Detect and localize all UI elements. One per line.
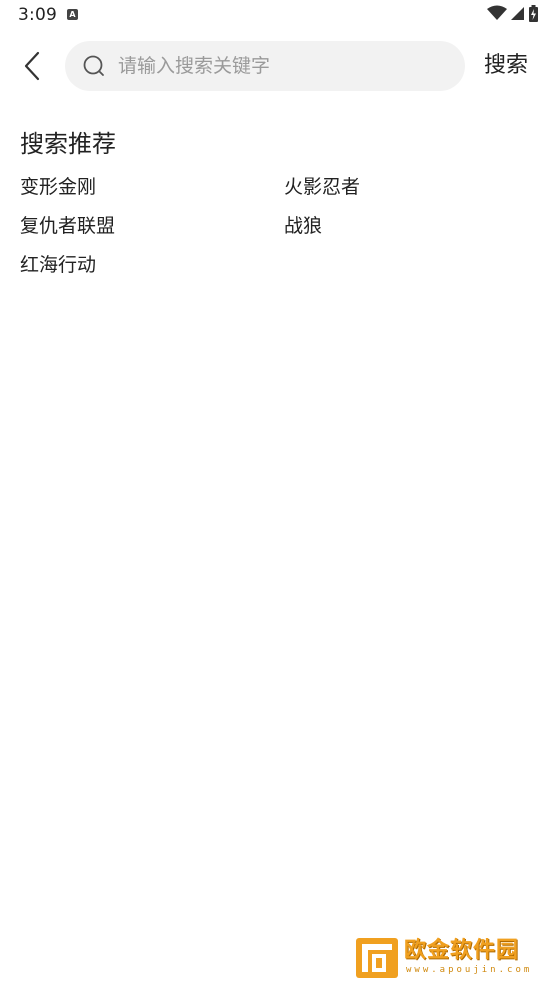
search-input[interactable] xyxy=(118,41,448,91)
chevron-left-icon xyxy=(24,51,40,81)
search-screen: 3:09 A 请输入搜索关键字 搜索 搜索推荐 变形金刚 火影忍者 复仇者联盟 … xyxy=(0,0,554,984)
watermark: 欧金软件园 www.apoujin.com xyxy=(356,936,546,980)
status-bar: 3:09 A xyxy=(0,0,554,30)
notification-icon: A xyxy=(67,9,78,20)
watermark-url: www.apoujin.com xyxy=(406,965,533,975)
recommendations-title: 搜索推荐 xyxy=(20,130,116,158)
recommendation-item[interactable]: 变形金刚 xyxy=(20,168,96,206)
brand-logo-icon xyxy=(356,938,398,978)
recommendation-item[interactable]: 火影忍者 xyxy=(284,168,360,206)
watermark-brand: 欧金软件园 xyxy=(404,938,520,963)
recommendation-item[interactable]: 复仇者联盟 xyxy=(20,207,115,245)
status-indicators xyxy=(487,4,538,26)
search-box[interactable] xyxy=(65,41,465,91)
recommendation-item[interactable]: 红海行动 xyxy=(20,246,96,284)
cellular-signal-icon xyxy=(511,5,525,25)
wifi-icon xyxy=(487,5,507,25)
recommendation-item[interactable]: 战狼 xyxy=(284,207,322,245)
search-button[interactable]: 搜索 xyxy=(484,50,528,82)
search-header: 搜索 xyxy=(0,40,554,92)
search-icon xyxy=(82,54,106,78)
status-time: 3:09 xyxy=(18,5,57,25)
back-button[interactable] xyxy=(18,50,48,82)
battery-charging-icon xyxy=(529,4,538,26)
